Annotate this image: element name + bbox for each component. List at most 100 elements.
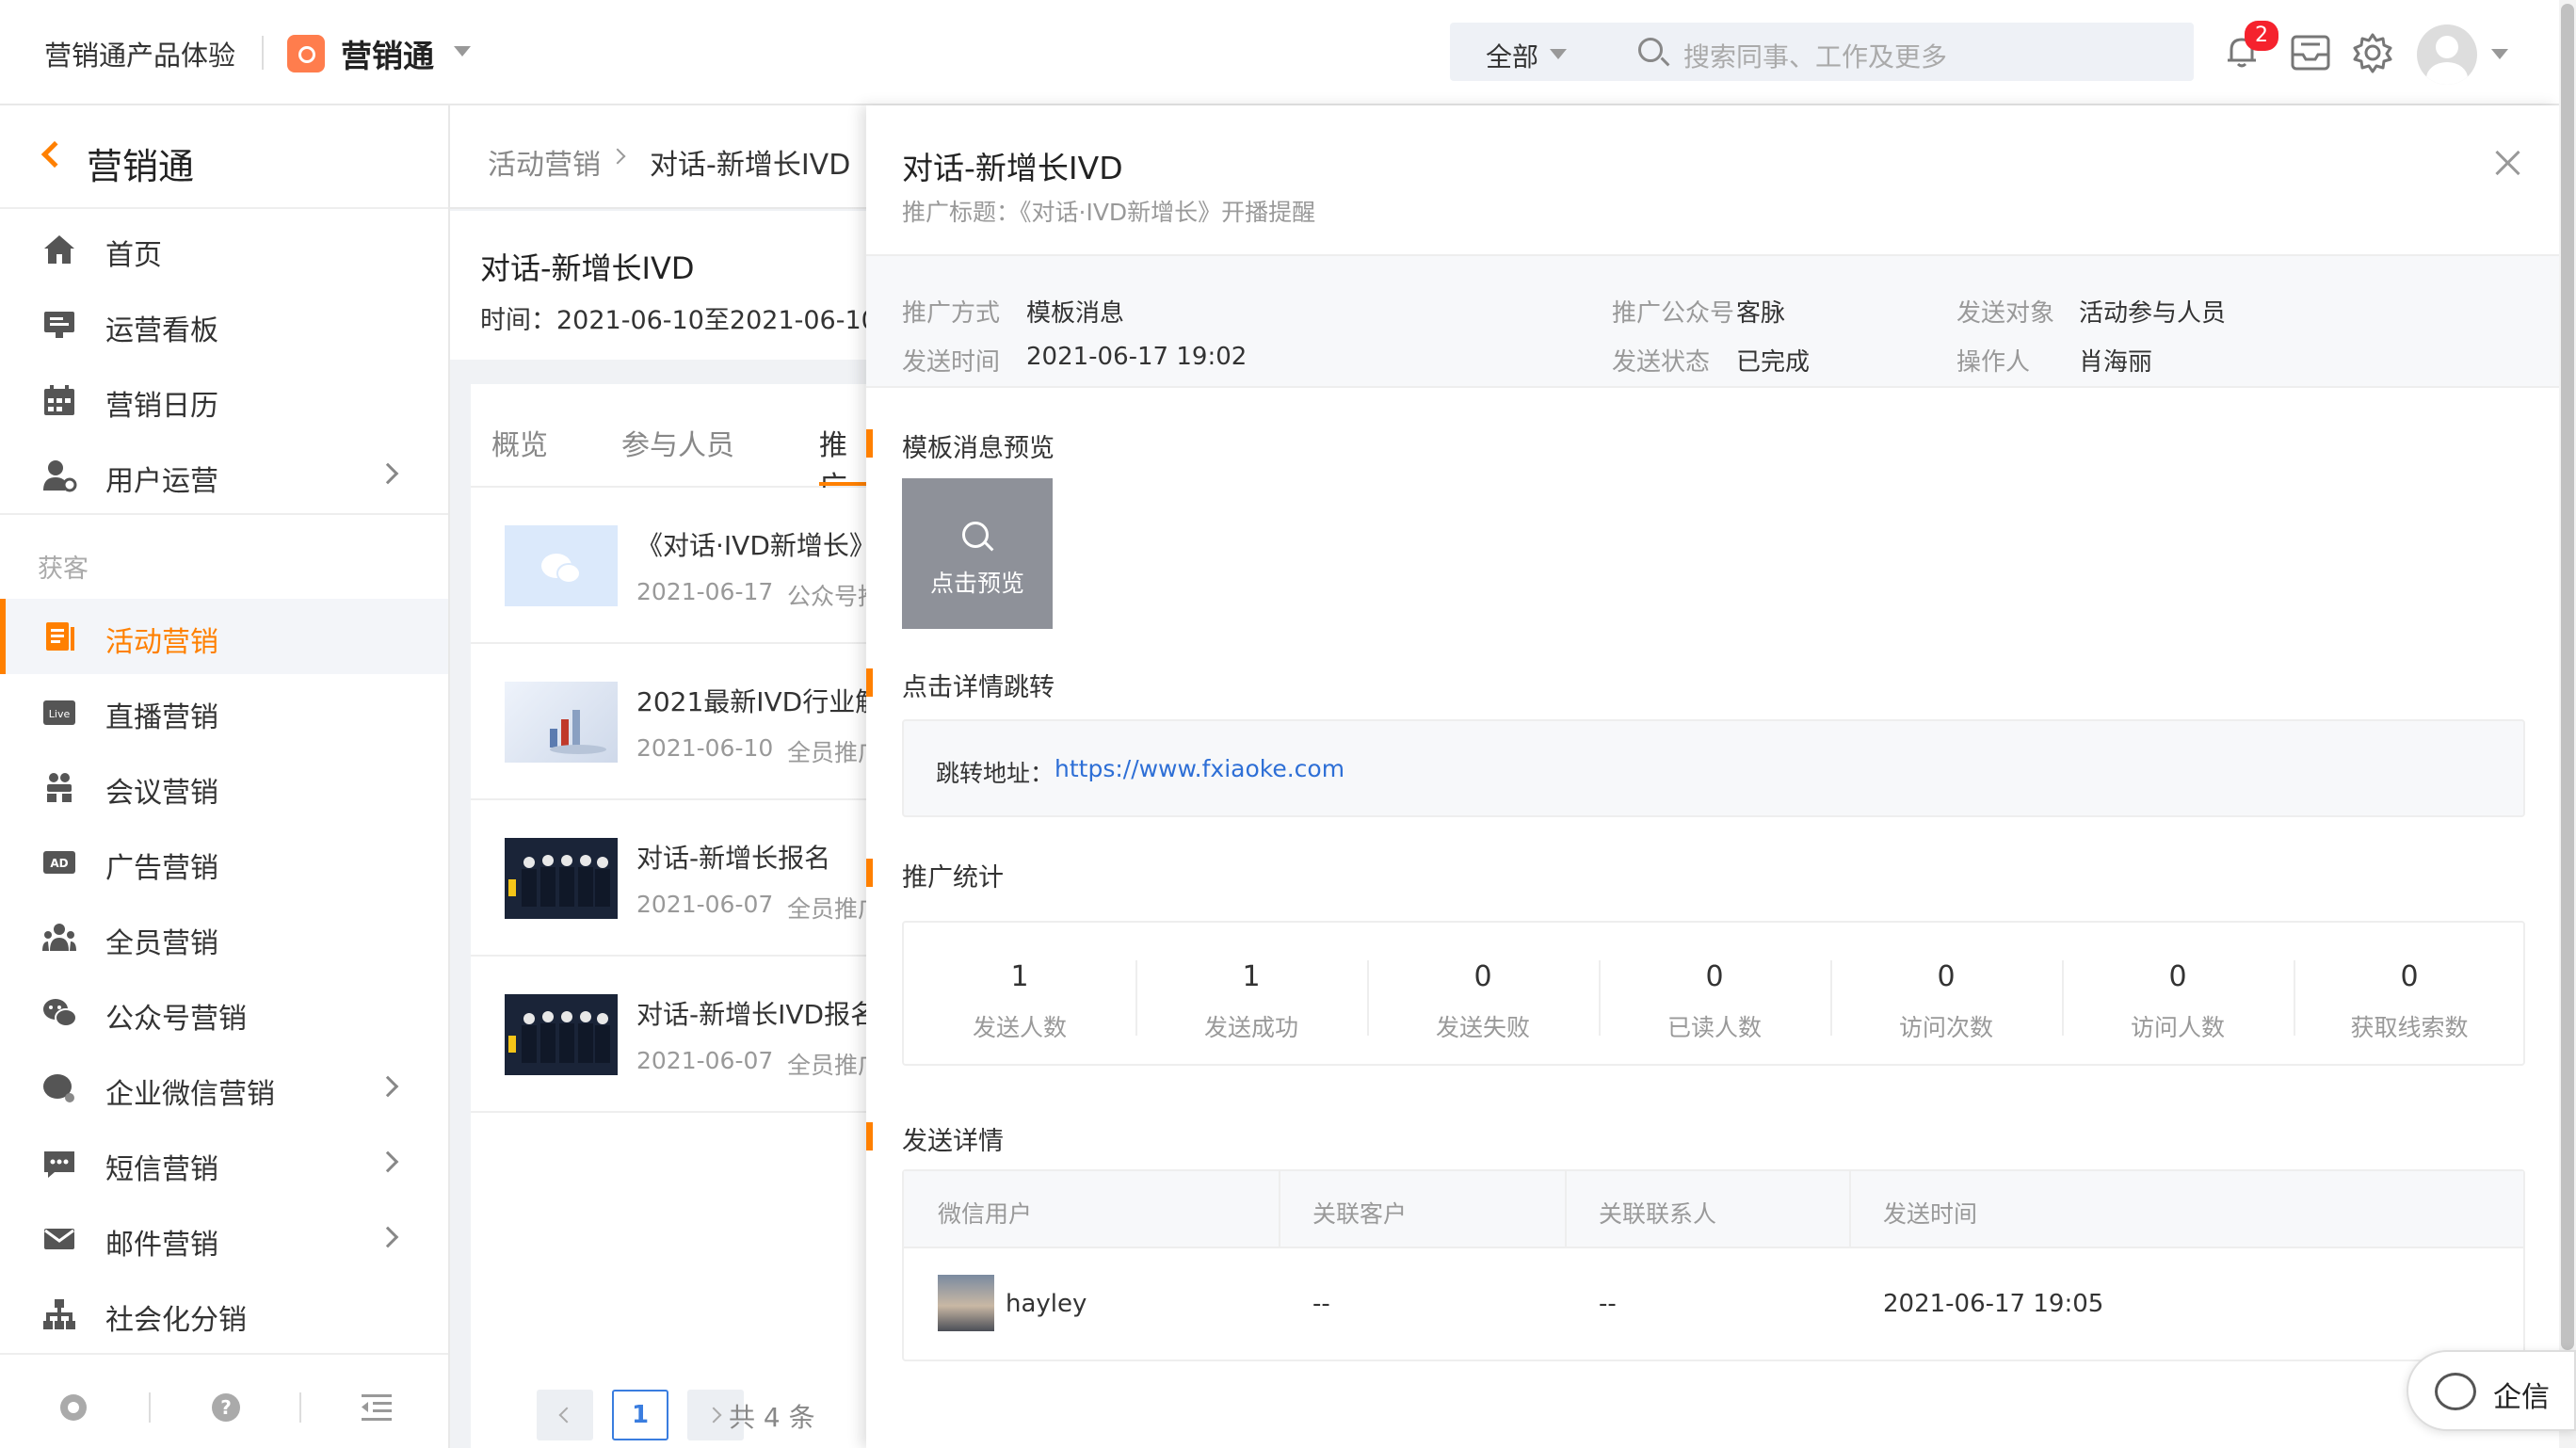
list-item[interactable]: 对话-新增长报名 2021-06-07 全员推广: [471, 800, 866, 957]
meeting-icon: [47, 773, 72, 802]
info-value: 2021-06-17 19:02: [1026, 343, 1248, 371]
table-cell-customer: --: [1312, 1290, 1330, 1318]
svg-text:Live: Live: [49, 708, 71, 720]
activity-time: 时间：2021-06-10至2021-06-10: [480, 306, 866, 335]
settings-gear-icon[interactable]: [56, 1391, 90, 1424]
sidebar-item-live-marketing[interactable]: Live 直播营销: [0, 674, 448, 749]
sidebar-item-ad-marketing[interactable]: AD 广告营销: [0, 825, 448, 900]
stat-value: 0: [1705, 960, 1724, 993]
list-item-tag: 全员推广: [787, 739, 866, 766]
sidebar-item-all-staff-marketing[interactable]: 全员营销: [0, 900, 448, 975]
search-icon[interactable]: [1638, 38, 1663, 62]
sidebar-item-label: 公众号营销: [105, 1003, 247, 1036]
sidebar-item-dashboard[interactable]: 运营看板: [0, 287, 448, 362]
enterprise-chat-button[interactable]: 企信: [2407, 1350, 2576, 1431]
chevron-right-icon: [377, 1226, 399, 1248]
stat-label: 获取线索数: [2350, 1014, 2469, 1041]
app-logo-icon: [287, 35, 325, 72]
prev-page-button[interactable]: [537, 1390, 593, 1440]
stat-item: 0 访问人数: [2062, 923, 2294, 1064]
team-photo-thumbnail: [505, 994, 618, 1075]
info-value: 客脉: [1736, 299, 1786, 328]
tab-overview[interactable]: 概览: [491, 422, 548, 463]
page-total: 共 4 条: [729, 1402, 815, 1433]
sidebar-item-label: 运营看板: [105, 314, 218, 347]
tab-indicator: [819, 482, 866, 486]
breadcrumb-item[interactable]: 活动营销: [488, 141, 601, 183]
list-item-title: 2021最新IVD行业解决: [636, 686, 866, 717]
sidebar-item-user-ops[interactable]: 用户运营: [0, 438, 448, 513]
avatar: [938, 1275, 994, 1331]
divider: [1279, 1171, 1280, 1248]
list-item-title: 《对话·IVD新增长》开: [636, 530, 866, 561]
user-avatar[interactable]: [2417, 24, 2477, 85]
sidebar-item-meeting-marketing[interactable]: 会议营销: [0, 749, 448, 825]
promotion-info: 推广方式 模板消息 推广公众号 客脉 发送对象 活动参与人员 发送时间 2021…: [866, 254, 2559, 388]
distribution-icon: [43, 1299, 75, 1329]
app-switcher-caret-icon[interactable]: [454, 46, 471, 56]
sidebar-item-email-marketing[interactable]: 邮件营销: [0, 1201, 448, 1277]
sidebar-item-label: 首页: [105, 239, 162, 272]
sidebar-item-label: 广告营销: [105, 852, 218, 885]
list-item-title: 对话-新增长IVD报名: [636, 999, 866, 1030]
sidebar-divider: [0, 513, 448, 515]
info-label: 推广方式: [902, 299, 1001, 328]
jump-url-link[interactable]: https://www.fxiaoke.com: [1055, 755, 1344, 782]
scrollbar-thumb[interactable]: [2561, 4, 2574, 1350]
sidebar-item-activity-marketing[interactable]: 活动营销: [0, 599, 448, 674]
info-label: 发送状态: [1612, 348, 1711, 377]
scope-caret-icon[interactable]: [1550, 49, 1567, 59]
stat-value: 0: [2168, 960, 2187, 993]
list-item-date: 2021-06-10: [636, 734, 774, 762]
sidebar-item-label: 营销日历: [105, 390, 218, 423]
user-menu-caret-icon[interactable]: [2491, 49, 2508, 59]
sidebar-item-wecom-marketing[interactable]: 企业微信营销: [0, 1051, 448, 1126]
settings-gear-icon[interactable]: [2352, 32, 2393, 73]
sidebar-item-calendar[interactable]: 营销日历: [0, 362, 448, 438]
search-input[interactable]: 搜索同事、工作及更多: [1683, 37, 1947, 74]
app-switcher-name[interactable]: 营销通: [341, 31, 434, 76]
close-icon[interactable]: [2491, 147, 2523, 179]
stat-item: 0 获取线索数: [2294, 923, 2525, 1064]
list-item[interactable]: 对话-新增长IVD报名 2021-06-07 全员推广: [471, 957, 866, 1113]
stat-label: 已读人数: [1666, 1014, 1762, 1041]
sidebar-item-social-distribution[interactable]: 社会化分销: [0, 1277, 448, 1352]
section-marker: [866, 1122, 873, 1150]
divider: [1565, 1171, 1567, 1248]
chart-illustration-icon: [550, 710, 606, 754]
help-icon[interactable]: ?: [209, 1391, 243, 1424]
stat-item: 1 发送人数: [904, 923, 1135, 1064]
promotion-stats: 1 发送人数 1 发送成功 0 发送失败 0 已读人数 0 访问次数 0 访问人数 0 获取线…: [902, 921, 2525, 1066]
list-item[interactable]: 2021最新IVD行业解决 2021-06-10 全员推广: [471, 644, 866, 800]
section-marker: [866, 668, 873, 697]
search-scope-select[interactable]: 全部: [1486, 37, 1538, 74]
preview-button[interactable]: 点击预览: [902, 478, 1053, 629]
sidebar-item-official-account-marketing[interactable]: 公众号营销: [0, 975, 448, 1051]
tab-participants[interactable]: 参与人员: [621, 422, 734, 463]
zoom-icon: [962, 522, 989, 548]
mail-icon: [44, 1229, 74, 1249]
stat-label: 发送失败: [1435, 1014, 1530, 1041]
top-bar: 营销通产品体验 营销通 全部 搜索同事、工作及更多 2: [0, 0, 2576, 105]
chat-label: 企信: [2493, 1381, 2550, 1414]
activity-title: 对话-新增长IVD: [480, 250, 695, 286]
list-item-date: 2021-06-17: [636, 578, 774, 605]
stat-item: 1 发送成功: [1135, 923, 1367, 1064]
stat-label: 访问人数: [2130, 1014, 2225, 1041]
sidebar-item-home[interactable]: 首页: [0, 212, 448, 287]
back-chevron-icon[interactable]: [40, 140, 69, 169]
stat-item: 0 发送失败: [1367, 923, 1599, 1064]
chevron-right-icon: [377, 462, 399, 485]
sidebar-item-label: 直播营销: [105, 701, 218, 734]
list-item-title: 对话-新增长报名: [636, 843, 831, 874]
product-name[interactable]: 营销通产品体验: [44, 34, 235, 73]
collapse-menu-icon[interactable]: [360, 1392, 394, 1423]
panel-title: 对话-新增长IVD: [902, 150, 1123, 186]
list-item[interactable]: 《对话·IVD新增长》开 2021-06-17 公众号推: [471, 488, 866, 644]
global-search[interactable]: 全部 搜索同事、工作及更多: [1450, 23, 2194, 81]
sidebar-item-sms-marketing[interactable]: 短信营销: [0, 1126, 448, 1201]
stat-item: 0 已读人数: [1599, 923, 1830, 1064]
page-number-current[interactable]: 1: [612, 1390, 668, 1440]
sidebar-item-label: 全员营销: [105, 927, 218, 960]
inbox-icon[interactable]: [2290, 34, 2331, 72]
